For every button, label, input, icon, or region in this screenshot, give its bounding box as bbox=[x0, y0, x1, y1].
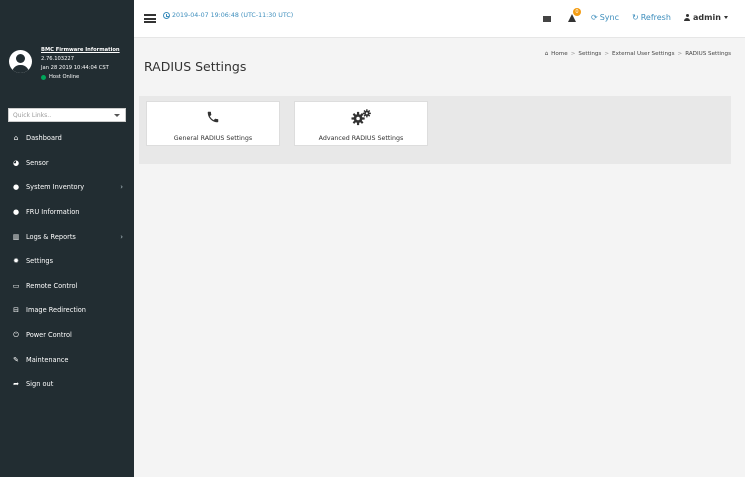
breadcrumb-radius-settings: RADIUS Settings bbox=[685, 51, 731, 57]
sidebar-item-label: FRU Information bbox=[26, 208, 80, 217]
sidebar-item-label: Sensor bbox=[26, 158, 49, 167]
advanced-radius-settings-card[interactable]: Advanced RADIUS Settings bbox=[294, 101, 428, 146]
chevron-down-icon bbox=[723, 16, 728, 19]
breadcrumb-separator: > bbox=[604, 51, 610, 57]
signout-icon: ➦ bbox=[13, 380, 19, 389]
breadcrumb: ⌂ Home > Settings > External User Settin… bbox=[545, 51, 731, 57]
sync-button[interactable]: ⟳ Sync bbox=[591, 13, 619, 22]
sidebar-item-label: Maintenance bbox=[26, 355, 69, 364]
sidebar-item-label: System Inventory bbox=[26, 183, 85, 192]
firmware-info-link[interactable]: BMC Firmware Information bbox=[41, 46, 133, 55]
sidebar-item-settings[interactable]: ✹ Settings bbox=[0, 249, 134, 274]
user-icon bbox=[684, 14, 690, 21]
sidebar-item-sensor[interactable]: ◕ Sensor bbox=[0, 151, 134, 176]
sidebar-item-image-redirection[interactable]: ⊟ Image Redirection bbox=[0, 298, 134, 323]
avatar bbox=[9, 50, 32, 73]
sidebar-item-remote-control[interactable]: ▭ Remote Control bbox=[0, 274, 134, 299]
sidebar-item-label: Settings bbox=[26, 257, 54, 266]
chart-icon: ▥ bbox=[12, 232, 20, 241]
sidebar-item-label: Dashboard bbox=[26, 134, 62, 143]
refresh-icon: ↻ bbox=[632, 13, 639, 22]
sidebar-item-sign-out[interactable]: ➦ Sign out bbox=[0, 372, 134, 397]
gear-icon: ✹ bbox=[13, 257, 19, 266]
datetime-text: 2019-04-07 19:06:48 (UTC-11:30 UTC) bbox=[172, 12, 294, 19]
sidebar-item-dashboard[interactable]: ⌂ Dashboard bbox=[0, 126, 134, 151]
home-icon: ⌂ bbox=[544, 51, 549, 57]
sensor-icon: ◕ bbox=[12, 158, 20, 167]
firmware-info: BMC Firmware Information 2.76.103227 Jan… bbox=[41, 46, 133, 82]
sidebar-item-logs-reports[interactable]: ▥ Logs & Reports › bbox=[0, 224, 134, 249]
firmware-date: Jan 28 2019 10:44:04 CST bbox=[41, 65, 109, 71]
host-status-label: Host Online bbox=[49, 74, 80, 80]
sidebar-menu: ⌂ Dashboard ◕ Sensor ● System Inventory … bbox=[0, 126, 134, 397]
disk-icon: ⊟ bbox=[13, 306, 19, 315]
chevron-down-icon bbox=[114, 114, 120, 117]
chevron-right-icon: › bbox=[120, 183, 123, 192]
breadcrumb-settings[interactable]: Settings bbox=[578, 51, 601, 57]
user-menu[interactable]: admin bbox=[684, 13, 728, 22]
menu-toggle-icon[interactable] bbox=[144, 14, 156, 23]
sidebar: BMC Firmware Information 2.76.103227 Jan… bbox=[0, 0, 134, 477]
info-icon: ● bbox=[12, 183, 20, 192]
sidebar-item-maintenance[interactable]: ✎ Maintenance bbox=[0, 347, 134, 372]
card-label: General RADIUS Settings bbox=[173, 135, 253, 142]
breadcrumb-external-user-settings[interactable]: External User Settings bbox=[612, 51, 674, 57]
quick-links-select[interactable]: Quick Links.. bbox=[8, 108, 126, 122]
gears-icon bbox=[295, 108, 427, 126]
envelope-icon[interactable] bbox=[543, 16, 551, 22]
power-icon: ⏻ bbox=[13, 330, 19, 339]
dashboard-icon: ⌂ bbox=[13, 134, 19, 143]
host-status: Host Online bbox=[41, 73, 133, 82]
sidebar-item-label: Power Control bbox=[26, 331, 72, 340]
breadcrumb-separator: > bbox=[570, 51, 576, 57]
sidebar-item-fru-information[interactable]: ● FRU Information bbox=[0, 200, 134, 225]
sidebar-item-label: Logs & Reports bbox=[26, 232, 76, 241]
firmware-version: 2.76.103227 bbox=[41, 56, 75, 62]
monitor-icon: ▭ bbox=[12, 281, 20, 290]
sidebar-item-label: Image Redirection bbox=[26, 306, 86, 315]
chevron-right-icon: › bbox=[120, 232, 123, 241]
sidebar-item-system-inventory[interactable]: ● System Inventory › bbox=[0, 175, 134, 200]
sync-icon: ⟳ bbox=[591, 13, 598, 22]
alert-count-badge: 0 bbox=[573, 8, 581, 16]
sidebar-item-label: Remote Control bbox=[26, 281, 78, 290]
settings-panel: General RADIUS Settings Advanced RADIUS … bbox=[139, 96, 731, 164]
sidebar-item-label: Sign out bbox=[26, 380, 54, 389]
online-dot-icon bbox=[41, 75, 46, 80]
user-label: admin bbox=[693, 13, 721, 22]
page-title: RADIUS Settings bbox=[144, 59, 247, 74]
datetime-display: 2019-04-07 19:06:48 (UTC-11:30 UTC) bbox=[163, 12, 293, 19]
quick-links-placeholder: Quick Links.. bbox=[13, 112, 52, 119]
refresh-button[interactable]: ↻ Refresh bbox=[632, 13, 671, 22]
user-panel: BMC Firmware Information 2.76.103227 Jan… bbox=[0, 40, 134, 98]
breadcrumb-home[interactable]: Home bbox=[551, 51, 568, 57]
topbar: 2019-04-07 19:06:48 (UTC-11:30 UTC) 0 ⟳ … bbox=[134, 0, 745, 38]
info-icon: ● bbox=[12, 208, 20, 217]
refresh-label: Refresh bbox=[640, 13, 671, 22]
phone-icon bbox=[147, 108, 279, 126]
clock-icon bbox=[163, 12, 170, 19]
card-label: Advanced RADIUS Settings bbox=[318, 135, 404, 142]
sync-label: Sync bbox=[599, 13, 619, 22]
breadcrumb-separator: > bbox=[677, 51, 683, 57]
sidebar-item-power-control[interactable]: ⏻ Power Control bbox=[0, 323, 134, 348]
general-radius-settings-card[interactable]: General RADIUS Settings bbox=[146, 101, 280, 146]
wrench-icon: ✎ bbox=[13, 355, 19, 364]
